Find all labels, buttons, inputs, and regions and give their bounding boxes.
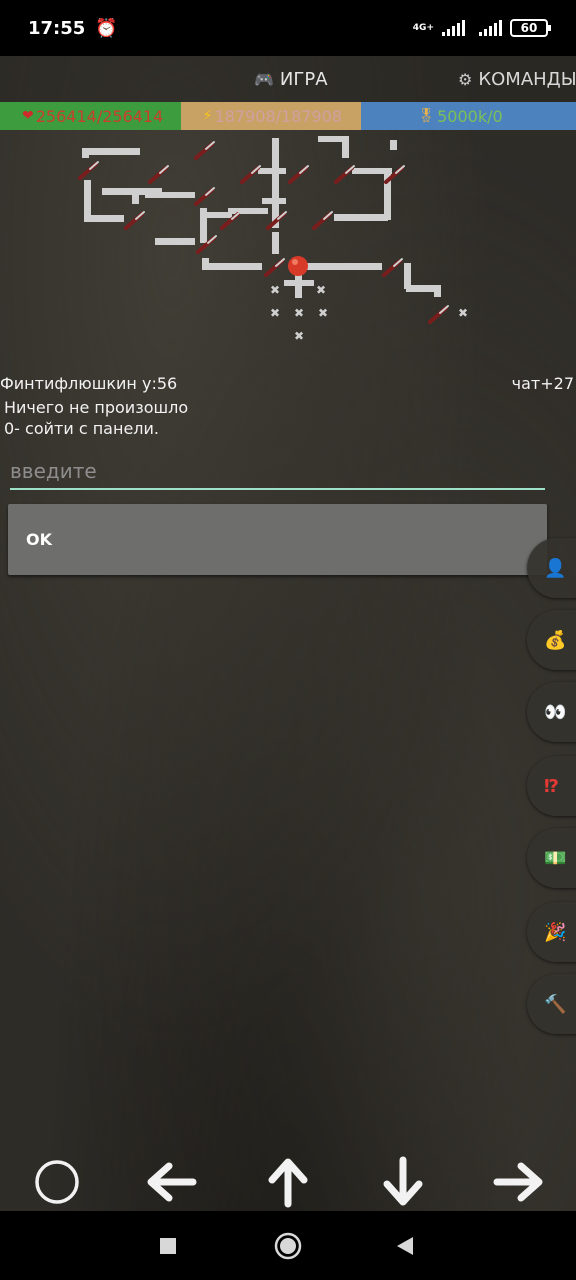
recents-button[interactable] [153,1231,183,1261]
tab-game-label: ИГРА [279,69,328,90]
action-button[interactable] [27,1152,87,1212]
clock-time: 17:55 [28,17,86,39]
hp-value: 256414/256414 [35,106,164,126]
tab-commands[interactable]: ⚙ КОМАНДЫ [458,69,576,90]
command-input[interactable] [10,454,545,490]
side-button-profile[interactable]: 👤 [527,538,576,598]
party-popper-icon: 🎉 [544,921,567,943]
status-bar: 17:55 ⏰ 4G+ 60 [0,0,576,56]
exclamation-question-icon: ⁉ [544,775,559,797]
back-button[interactable] [390,1231,420,1261]
gear-icon: ⚙ [458,70,473,89]
alarm-icon: ⏰ [95,17,118,39]
cash-icon: 💵 [544,847,567,869]
user-icon: 👤 [544,557,567,579]
player-marker-highlight [292,259,298,265]
tab-commands-label: КОМАНДЫ [478,69,576,90]
move-left-button[interactable] [141,1152,201,1212]
arrow-right-icon [493,1162,543,1202]
move-up-button[interactable] [258,1152,318,1212]
hint-message: 0- сойти с панели. [4,419,159,438]
move-down-button[interactable] [373,1152,433,1212]
svg-text:✖: ✖ [270,283,280,297]
heart-icon: ❤ [22,108,34,124]
event-message: Ничего не произошло [4,398,189,417]
game-map[interactable]: ✖ ✖ ✖ ✖ ✖ ✖ ✖ [0,130,576,370]
lightning-icon: ⚡ [202,108,213,124]
svg-text:✖: ✖ [458,306,468,320]
tab-game[interactable]: 🎮 ИГРА [254,69,328,90]
circle-icon [35,1160,79,1204]
hammer-icon: 🔨 [544,993,567,1015]
energy-value: 187908/187908 [214,106,343,126]
eyes-icon: 👀 [544,701,567,723]
svg-text:✖: ✖ [294,306,304,320]
arrow-left-icon [147,1162,197,1202]
ok-button[interactable]: OK [8,504,547,575]
recents-square-icon [160,1238,176,1254]
energy-stat: ⚡ 187908/187908 [180,102,362,130]
player-marker [288,256,308,276]
svg-text:✖: ✖ [294,329,304,343]
home-circle-icon [274,1232,302,1260]
arrow-down-icon [383,1156,423,1206]
side-button-money[interactable]: 💰 [527,610,576,670]
battery-icon: 60 [510,19,551,37]
network-type-label: 4G+ [412,22,434,33]
arrow-up-icon [268,1158,308,1208]
money-bag-icon: 💰 [544,629,567,651]
move-right-button[interactable] [489,1152,549,1212]
svg-text:✖: ✖ [316,283,326,297]
home-button[interactable] [273,1231,303,1261]
player-info: Финтифлюшкин у:56 [0,374,178,393]
back-triangle-icon [397,1237,413,1255]
medal-icon: 🎖 [417,108,436,124]
side-button-events[interactable]: 🎉 [527,902,576,962]
medal-stat: 🎖 5000k/0 [361,102,576,130]
hp-stat: ❤ 256414/256414 [0,102,181,130]
signal-icon-1 [442,20,465,36]
stats-bar: ❤ 256414/256414 ⚡ 187908/187908 🎖 5000k/… [0,102,576,130]
battery-level: 60 [520,21,538,35]
top-tabs: 🎮 ИГРА ⚙ КОМАНДЫ [0,56,576,102]
gamepad-icon: 🎮 [254,70,274,89]
side-button-shop[interactable]: 💵 [527,828,576,888]
side-button-look[interactable]: 👀 [527,682,576,742]
status-icons: 4G+ 60 [412,19,551,37]
signal-icon-2 [479,20,502,36]
chat-counter[interactable]: чат+27 [512,374,574,393]
svg-text:✖: ✖ [318,306,328,320]
svg-text:✖: ✖ [270,306,280,320]
side-button-craft[interactable]: 🔨 [527,974,576,1034]
medal-value: 5000k/0 [437,106,503,126]
system-nav-bar [0,1211,576,1280]
side-button-quest[interactable]: ⁉ [527,756,576,816]
